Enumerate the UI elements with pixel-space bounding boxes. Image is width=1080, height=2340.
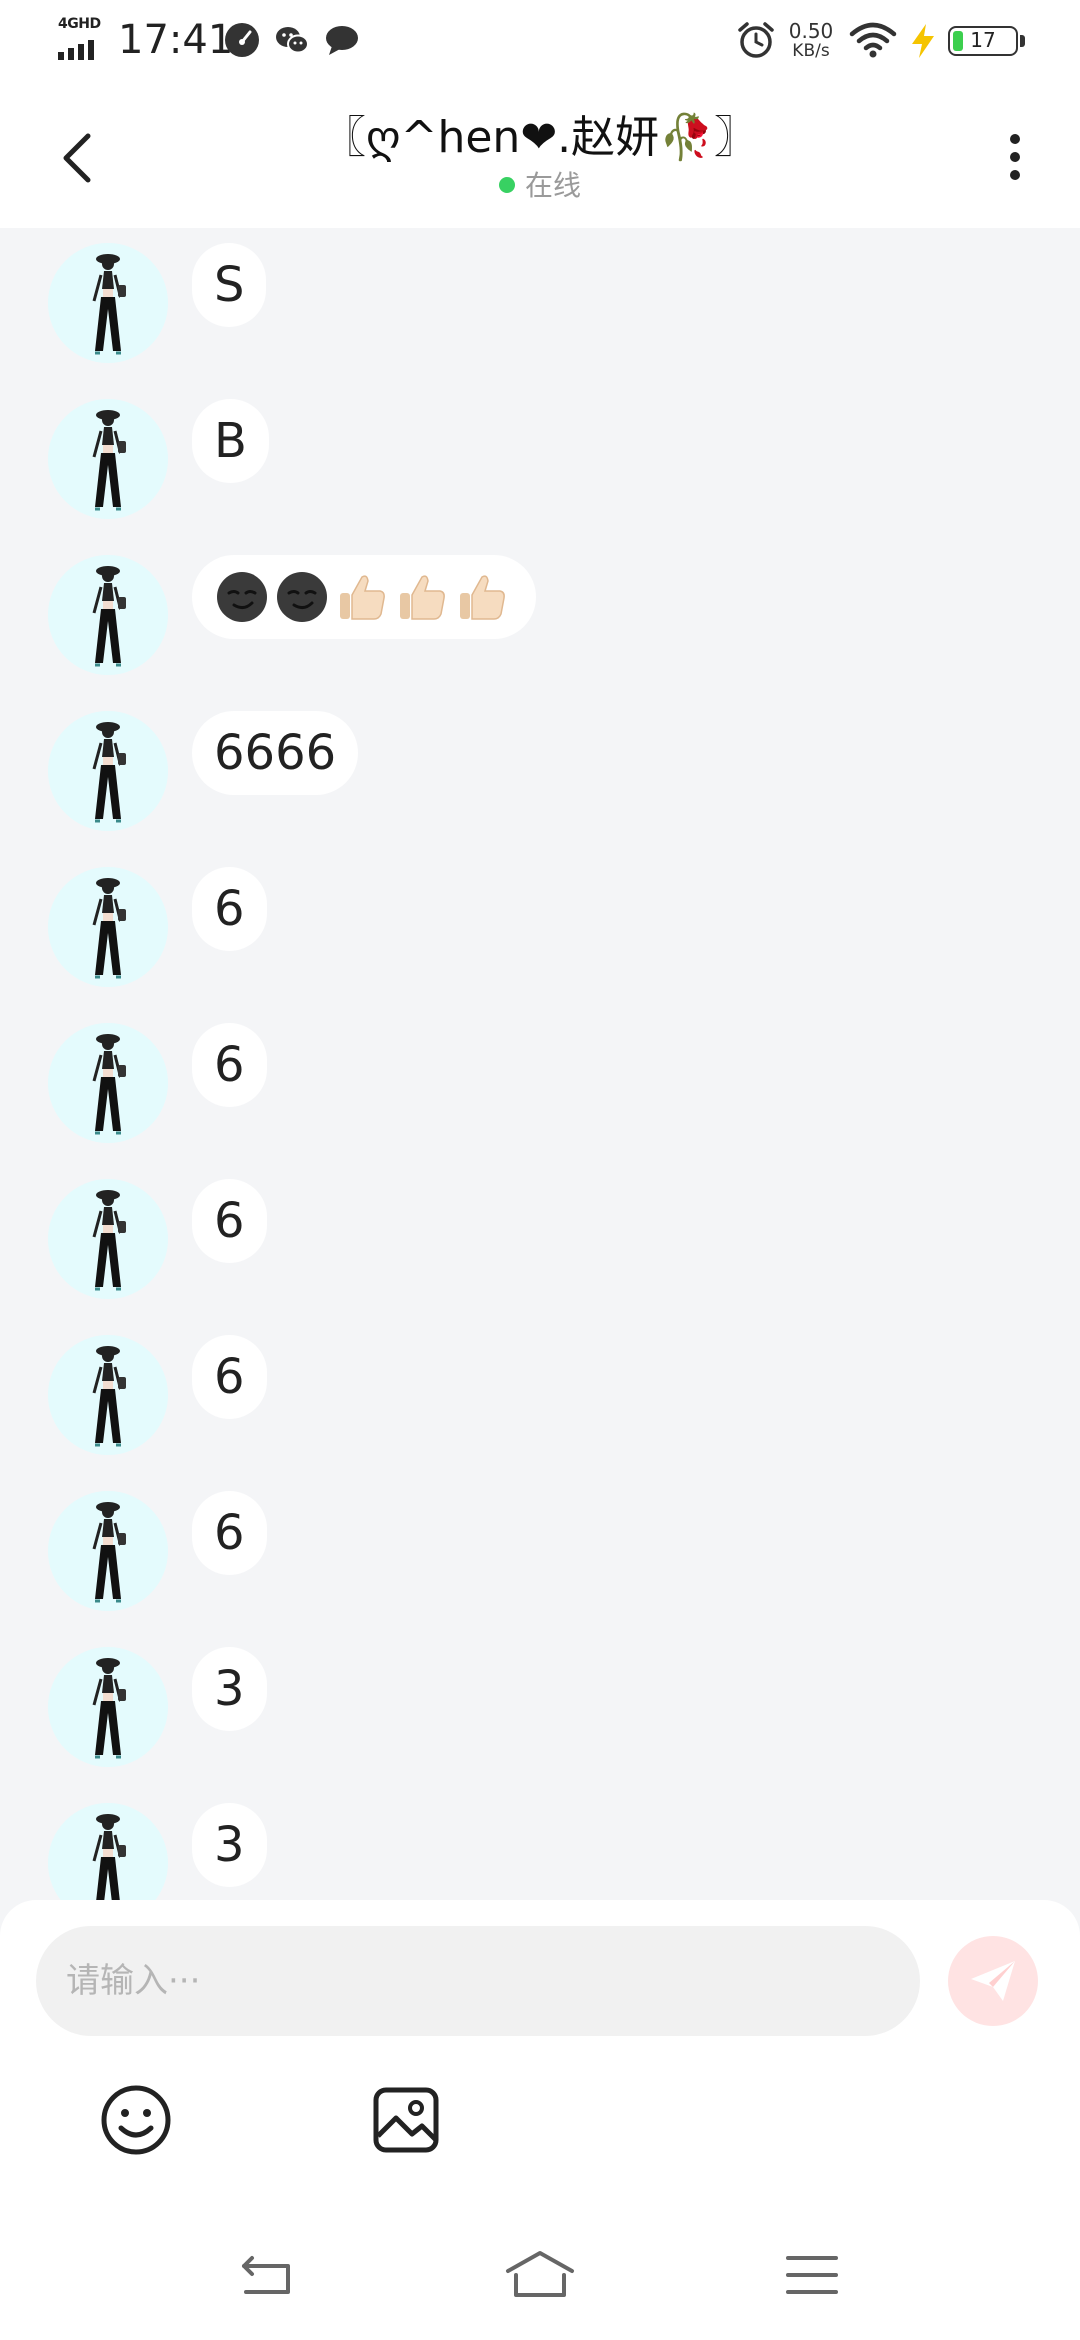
network-speed-unit: KB/s xyxy=(792,41,830,61)
message-input[interactable] xyxy=(36,1926,920,2036)
presence-label: 在线 xyxy=(524,169,581,202)
thumbs-up-emoji-icon xyxy=(394,569,450,625)
clock: 17:41 xyxy=(118,17,234,63)
chat-header: 〖ღ^hen❤.赵妍🥀〗 在线 xyxy=(0,82,1080,228)
message-row xyxy=(0,547,1080,687)
wifi-icon xyxy=(849,22,897,58)
message-row: 6 xyxy=(0,859,1080,999)
speedometer-icon xyxy=(225,23,259,57)
emoji-button[interactable] xyxy=(96,2080,176,2160)
charging-bolt-icon xyxy=(912,24,934,58)
message-row: S xyxy=(0,235,1080,375)
message-bubble[interactable]: 6666 xyxy=(192,711,359,795)
avatar[interactable] xyxy=(48,1179,168,1299)
smiley-icon xyxy=(101,2085,171,2155)
message-bubble[interactable]: 6 xyxy=(192,1335,267,1419)
message-bubble[interactable]: 6 xyxy=(192,1179,267,1263)
message-bubble[interactable] xyxy=(192,555,536,639)
message-row: 6 xyxy=(0,1327,1080,1467)
more-dot-icon xyxy=(1010,170,1020,180)
home-nav-icon xyxy=(506,2251,574,2297)
page-title: 〖ღ^hen❤.赵妍🥀〗 xyxy=(322,112,758,163)
avatar[interactable] xyxy=(48,555,168,675)
message-bubble[interactable]: 3 xyxy=(192,1647,267,1731)
message-row: 3 xyxy=(0,1639,1080,1779)
message-bubble[interactable]: 6 xyxy=(192,1023,267,1107)
network-speed: 0.50 KB/s xyxy=(786,20,836,60)
menu-nav-icon xyxy=(786,2256,838,2294)
chat-bubble-icon xyxy=(326,26,358,55)
avatar[interactable] xyxy=(48,1647,168,1767)
thumbs-up-emoji-icon xyxy=(334,569,390,625)
system-nav-bar xyxy=(0,2210,1080,2340)
more-dot-icon xyxy=(1010,152,1020,162)
avatar[interactable] xyxy=(48,867,168,987)
message-row: 6 xyxy=(0,1483,1080,1623)
message-row: 6 xyxy=(0,1171,1080,1311)
message-row: B xyxy=(0,391,1080,531)
battery-icon: 17 xyxy=(948,26,1018,56)
alarm-icon xyxy=(738,22,774,58)
avatar[interactable] xyxy=(48,1023,168,1143)
image-icon xyxy=(373,2087,439,2153)
smirk-dark-moon-emoji-icon xyxy=(214,569,270,625)
message-bubble[interactable]: S xyxy=(192,243,267,327)
presence-status: 在线 xyxy=(0,168,1080,204)
avatar[interactable] xyxy=(48,1803,168,1900)
thumbs-up-emoji-icon xyxy=(454,569,510,625)
battery-cap xyxy=(1020,35,1025,47)
network-type: 4GHD xyxy=(58,16,101,32)
avatar[interactable] xyxy=(48,1491,168,1611)
avatar[interactable] xyxy=(48,711,168,831)
avatar[interactable] xyxy=(48,1335,168,1455)
more-options-button[interactable] xyxy=(990,122,1040,192)
message-bubble[interactable]: 6 xyxy=(192,1491,267,1575)
wechat-icon xyxy=(276,27,309,54)
battery-percent: 17 xyxy=(970,28,996,52)
avatar[interactable] xyxy=(48,243,168,363)
status-bar: 4GHD 17:41 0.50 KB/s 17 xyxy=(0,0,1080,82)
message-row: 6 xyxy=(0,1015,1080,1155)
message-bubble[interactable]: 3 xyxy=(192,1803,267,1887)
image-button[interactable] xyxy=(366,2080,446,2160)
message-row: 3 xyxy=(0,1795,1080,1900)
send-button[interactable] xyxy=(948,1936,1038,2026)
network-speed-value: 0.50 xyxy=(788,19,834,43)
message-bubble[interactable]: B xyxy=(192,399,269,483)
online-dot-icon xyxy=(498,177,515,193)
back-nav-icon xyxy=(242,2256,290,2294)
cellular-signal-icon: 4GHD xyxy=(58,16,110,60)
message-bubble[interactable]: 6 xyxy=(192,867,267,951)
smirk-dark-moon-emoji-icon xyxy=(274,569,330,625)
avatar[interactable] xyxy=(48,399,168,519)
more-dot-icon xyxy=(1010,134,1020,144)
nav-back-button[interactable] xyxy=(228,2240,308,2310)
nav-menu-button[interactable] xyxy=(772,2240,852,2310)
message-row: 6666 xyxy=(0,703,1080,843)
send-icon xyxy=(971,1961,1015,2001)
nav-home-button[interactable] xyxy=(500,2240,580,2310)
message-list[interactable]: S B 6666 6 6 6 6 6 3 3 xyxy=(0,228,1080,1900)
